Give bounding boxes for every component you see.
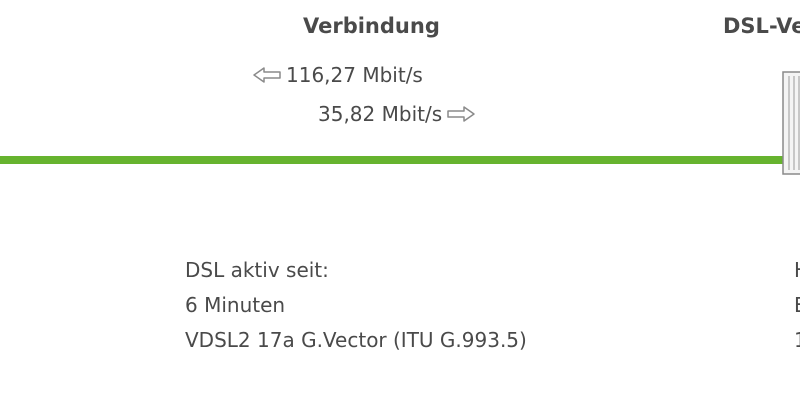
downstream-rate: 116,27 Mbit/s [252,63,423,87]
arrow-left-icon [252,65,282,85]
downstream-rate-value: 116,27 Mbit/s [286,63,423,87]
upstream-rate: 35,82 Mbit/s [318,102,476,126]
device-info-line-3: 1 [794,323,800,358]
arrow-right-icon [446,104,476,124]
dsl-panel-title: DSL-Ve [723,14,800,38]
dsl-active-label: DSL aktiv seit: [185,258,329,282]
connection-title: Verbindung [303,14,440,38]
device-info-line-1: H [794,253,800,288]
connection-line [0,156,790,164]
dsl-mode: VDSL2 17a G.Vector (ITU G.993.5) [185,328,527,352]
dsl-active-duration: 6 Minuten [185,293,286,317]
dsl-device-info-block: H E 1 [794,253,800,358]
dsl-status-block: DSL aktiv seit: 6 Minuten VDSL2 17a G.Ve… [185,253,527,358]
dsl-device-icon [779,70,800,176]
upstream-rate-value: 35,82 Mbit/s [318,102,443,126]
device-info-line-2: E [794,288,800,323]
